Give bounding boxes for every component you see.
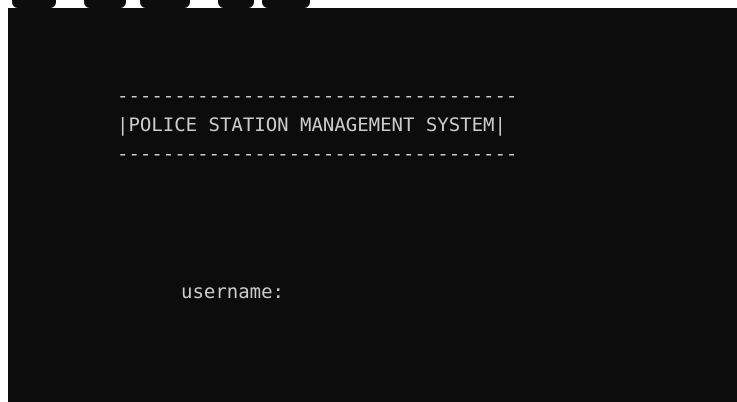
console-window[interactable]: ----------------------------------- |POL… (8, 8, 737, 402)
border-right-char: | (494, 114, 506, 136)
header-top-rule: ----------------------------------- (117, 85, 518, 107)
header-bottom-rule: ----------------------------------- (117, 143, 518, 165)
cropped-glyph (218, 0, 254, 8)
cropped-glyph (262, 0, 310, 8)
cropped-glyph (140, 0, 190, 8)
top-cropped-strip (0, 0, 737, 8)
page-title: POLICE STATION MANAGEMENT SYSTEM (128, 114, 495, 136)
cropped-glyph (12, 0, 56, 8)
username-prompt-label: username: (181, 281, 284, 303)
header-title-row: |POLICE STATION MANAGEMENT SYSTEM| (117, 113, 506, 137)
page: ----------------------------------- |POL… (0, 0, 737, 402)
border-left-char: | (117, 114, 129, 136)
cropped-glyph (84, 0, 126, 8)
username-prompt-row[interactable]: username: (181, 280, 305, 304)
